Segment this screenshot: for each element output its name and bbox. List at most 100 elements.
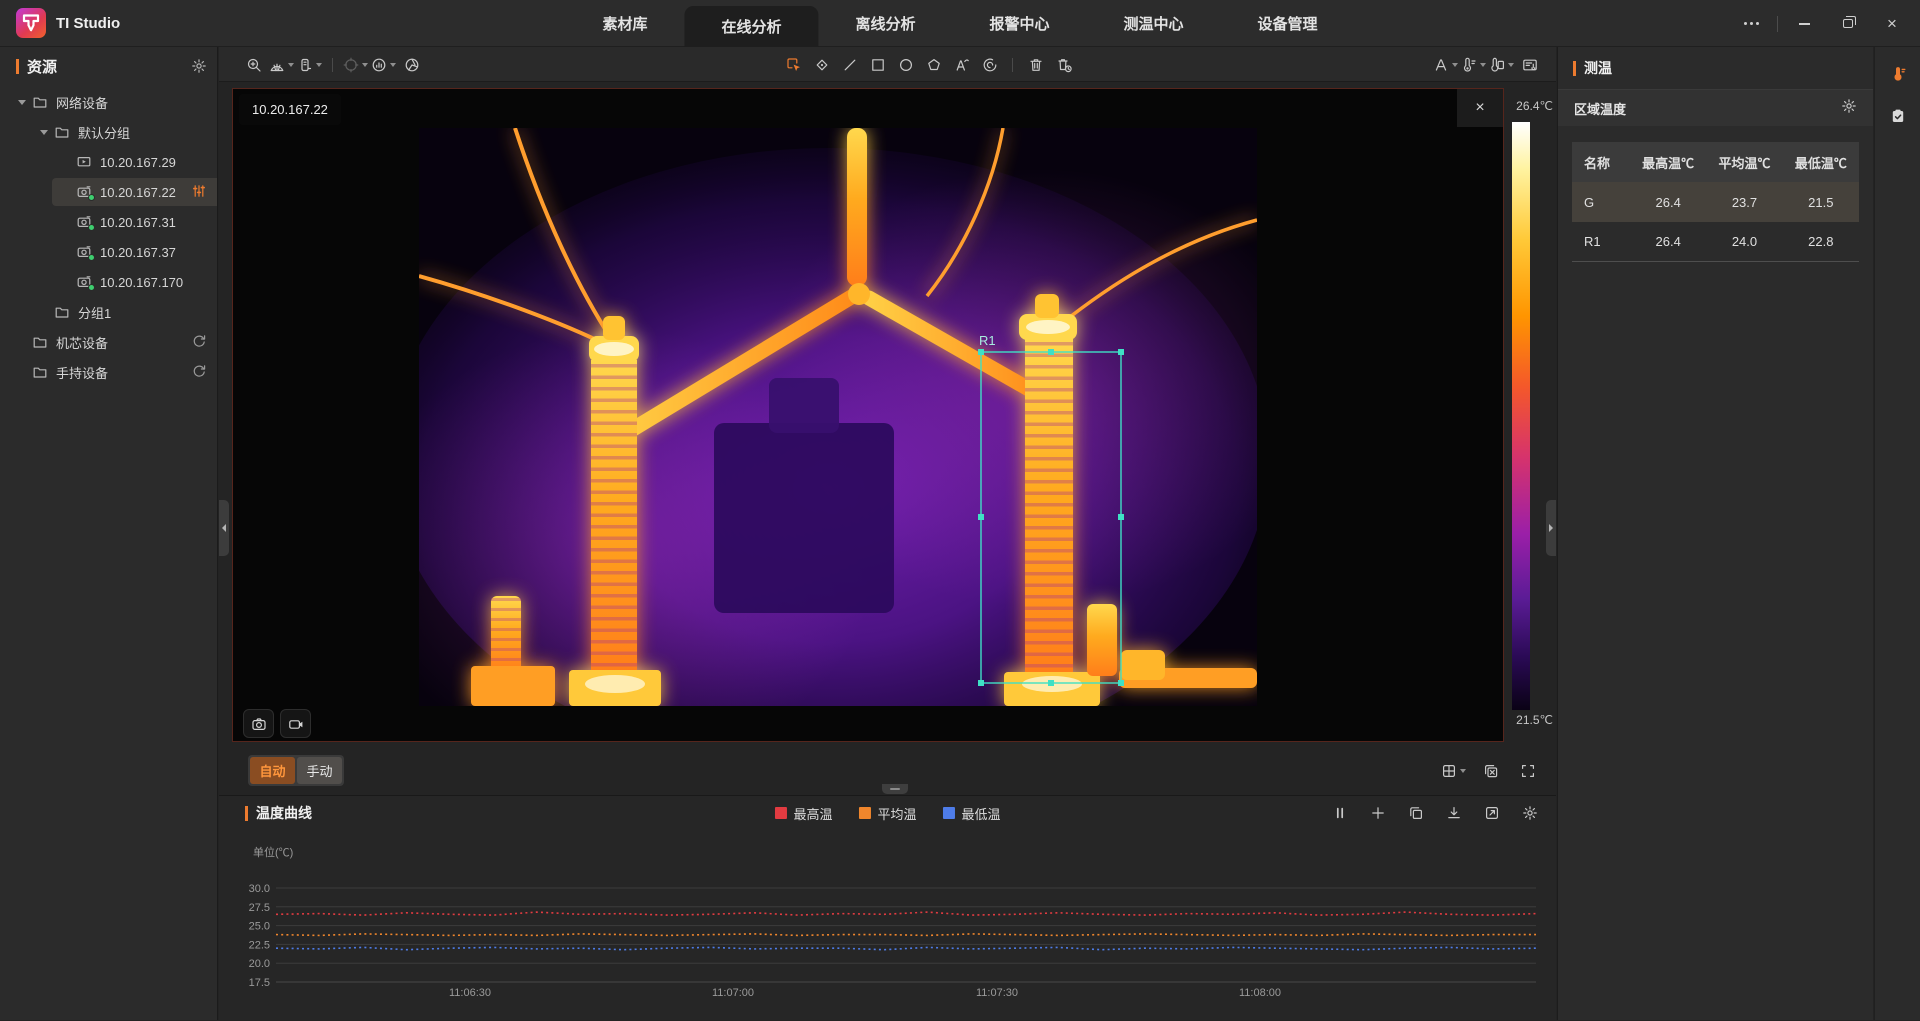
crosshair-icon <box>343 57 359 73</box>
maximize-button[interactable] <box>1826 0 1870 47</box>
equalizer-icon[interactable] <box>191 183 207 202</box>
close-stream-button[interactable]: × <box>1457 89 1503 127</box>
caret-down-icon <box>390 63 396 67</box>
sidebar-collapse-handle[interactable] <box>219 500 229 556</box>
polygon-icon <box>926 57 942 73</box>
tree-item-默认分组[interactable]: 默认分组 <box>0 117 217 147</box>
tree-item-10.20.167.170[interactable]: 10.20.167.170 <box>0 267 217 297</box>
tab-1[interactable]: 在线分析 <box>684 6 818 47</box>
text-temp-button[interactable] <box>949 52 974 78</box>
tab-2[interactable]: 离线分析 <box>818 0 952 47</box>
refresh-icon[interactable] <box>191 363 207 382</box>
select-region-button[interactable] <box>781 52 806 78</box>
refresh-icon[interactable] <box>191 333 207 352</box>
tab-3[interactable]: 报警中心 <box>953 0 1087 47</box>
delete-all-button[interactable] <box>1051 52 1076 78</box>
minimize-button[interactable] <box>1782 0 1826 47</box>
main-area: R1 10.20.167.22 × 26.4℃ 21.5℃ 自动手动 温度曲线 … <box>219 47 1556 1020</box>
scale-max-label: 26.4℃ <box>1516 99 1553 113</box>
camera-dev-icon <box>76 274 94 290</box>
tree-item-label: 机芯设备 <box>56 333 108 352</box>
scale-min-label: 21.5℃ <box>1516 713 1553 727</box>
table-row-R1[interactable]: R126.424.022.8 <box>1572 222 1859 262</box>
tree-item-分组1[interactable]: 分组1 <box>0 297 217 327</box>
thermo-settings-icon <box>1461 57 1477 73</box>
tree-item-10.20.167.29[interactable]: 10.20.167.29 <box>0 147 217 177</box>
tree-item-机芯设备[interactable]: 机芯设备 <box>0 327 217 357</box>
mode-button-0[interactable]: 自动 <box>250 757 295 784</box>
grid-layout-button[interactable] <box>1441 758 1466 784</box>
tree-item-10.20.167.37[interactable]: 10.20.167.37 <box>0 237 217 267</box>
device-core-button[interactable] <box>297 52 322 78</box>
tree-item-手持设备[interactable]: 手持设备 <box>0 357 217 387</box>
video-tile[interactable]: R1 10.20.167.22 × <box>232 88 1504 742</box>
toolbar-divider <box>1012 58 1013 72</box>
font-button[interactable] <box>1433 52 1458 78</box>
tree-item-10.20.167.31[interactable]: 10.20.167.31 <box>0 207 217 237</box>
window-controls-divider <box>1777 16 1778 32</box>
tab-4[interactable]: 测温中心 <box>1087 0 1221 47</box>
region-temperature-section: 区域温度 <box>1558 90 1873 126</box>
thermo-list-button[interactable] <box>1883 59 1913 89</box>
aperture-button[interactable] <box>399 52 424 78</box>
tree-item-网络设备[interactable]: 网络设备 <box>0 87 217 117</box>
close-button[interactable]: × <box>1870 0 1914 47</box>
delete-button[interactable] <box>1023 52 1048 78</box>
svg-text:22.5: 22.5 <box>249 939 270 951</box>
video-stage: R1 10.20.167.22 × 26.4℃ 21.5℃ <box>219 82 1556 748</box>
app-logo-icon <box>16 8 46 38</box>
camera-dev-icon <box>76 244 94 260</box>
thermo-settings-button[interactable] <box>1461 52 1486 78</box>
title-bar: TI Studio 素材库在线分析离线分析报警中心测温中心设备管理 × <box>0 0 1920 47</box>
zoom-in-button[interactable] <box>241 52 266 78</box>
tree-item-label: 10.20.167.29 <box>100 155 176 170</box>
accent-bar <box>1573 61 1576 76</box>
caret-down-icon[interactable] <box>18 100 32 105</box>
svg-text:11:08:00: 11:08:00 <box>1239 987 1281 999</box>
region-settings-gear-icon[interactable] <box>1841 98 1857 119</box>
svg-text:27.5: 27.5 <box>249 902 270 914</box>
palette-button[interactable] <box>269 52 294 78</box>
toolbar-divider <box>332 58 333 72</box>
polygon-button[interactable] <box>921 52 946 78</box>
snapshot-icon <box>251 716 267 732</box>
clipboard-check-button[interactable] <box>1883 101 1913 131</box>
measurement-panel-header: 测温 <box>1558 47 1873 90</box>
close-all-button[interactable] <box>1478 758 1503 784</box>
mode-button-1[interactable]: 手动 <box>297 757 342 784</box>
panel-export-icon <box>1522 57 1538 73</box>
online-status-dot <box>88 194 95 201</box>
point-button[interactable] <box>809 52 834 78</box>
curve-button[interactable] <box>977 52 1002 78</box>
palette-icon <box>269 57 285 73</box>
tab-5[interactable]: 设备管理 <box>1221 0 1355 47</box>
crosshair-button[interactable] <box>343 52 368 78</box>
line-button[interactable] <box>837 52 862 78</box>
record-button[interactable] <box>280 709 311 738</box>
thermo-display-icon <box>1489 57 1505 73</box>
thermo-display-button[interactable] <box>1489 52 1514 78</box>
fullscreen-button[interactable] <box>1515 758 1540 784</box>
rect-button[interactable] <box>865 52 890 78</box>
more-button[interactable] <box>1729 0 1773 47</box>
tab-0[interactable]: 素材库 <box>565 0 684 47</box>
panel-collapse-handle[interactable] <box>1546 500 1556 556</box>
right-tool-strip <box>1874 47 1920 1020</box>
text-temp-icon <box>954 57 970 73</box>
roi-label: R1 <box>979 333 996 348</box>
main-nav: 素材库在线分析离线分析报警中心测温中心设备管理 <box>565 0 1354 47</box>
svg-text:17.5: 17.5 <box>249 977 270 989</box>
resource-settings-gear-icon[interactable] <box>191 58 207 79</box>
panel-export-button[interactable] <box>1517 52 1542 78</box>
ellipse-button[interactable] <box>893 52 918 78</box>
zoom-in-icon <box>246 57 262 73</box>
tree-item-10.20.167.22[interactable]: 10.20.167.22 <box>0 177 217 207</box>
table-row-G[interactable]: G26.423.721.5 <box>1572 182 1859 222</box>
caret-down-icon <box>1508 63 1514 67</box>
svg-text:30.0: 30.0 <box>249 883 270 895</box>
snapshot-button[interactable] <box>243 709 274 738</box>
caret-down-icon[interactable] <box>40 130 54 135</box>
panel-splitter-handle[interactable] <box>882 784 908 794</box>
gauge-chart-button[interactable] <box>371 52 396 78</box>
thermal-video-frame[interactable]: R1 <box>419 128 1257 706</box>
